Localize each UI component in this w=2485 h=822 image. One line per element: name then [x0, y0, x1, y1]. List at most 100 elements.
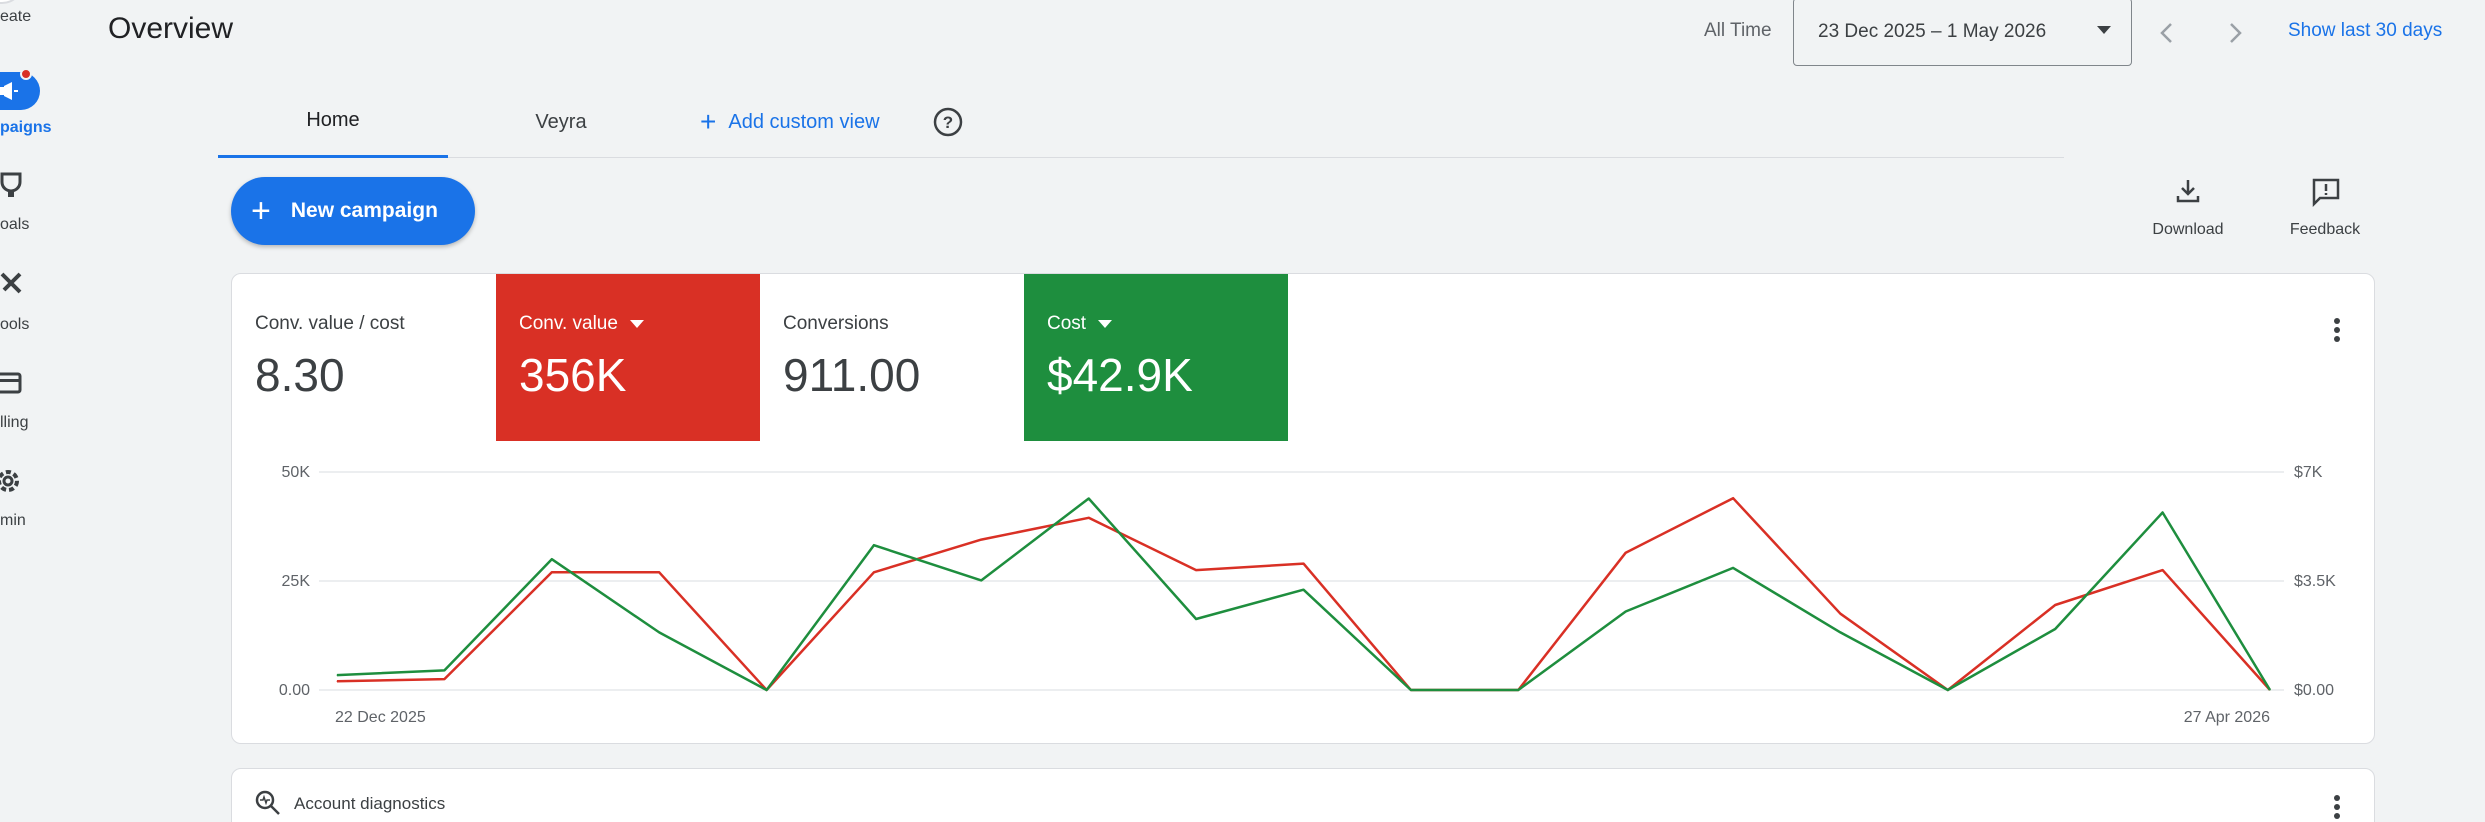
metric-label: Conv. value / cost: [255, 313, 405, 334]
date-range-text: 23 Dec 2025 – 1 May 2026: [1818, 21, 2047, 42]
rail-item-label: oals: [0, 216, 30, 233]
data-point: [1625, 611, 1627, 612]
show-last-30-days-link[interactable]: Show last 30 days: [2288, 20, 2442, 42]
page-title: Overview: [108, 12, 234, 45]
performance-chart: 50K 25K 0.00 $7K $3.5K $0.00 22 Dec 2025…: [279, 464, 2336, 726]
rail-item-billing[interactable]: lling: [0, 364, 60, 434]
tools-icon: [0, 272, 22, 294]
notification-dot: [20, 68, 32, 80]
download-label: Download: [2152, 221, 2224, 238]
view-tabs: Home Veyra + Add custom view ?: [218, 86, 2064, 158]
data-point: [873, 571, 875, 573]
rail-item-admin[interactable]: min: [0, 462, 60, 532]
data-point: [1625, 552, 1627, 554]
right-axis-tick: $0.00: [2294, 682, 2334, 699]
data-point: [1195, 569, 1197, 571]
data-point: [2054, 628, 2056, 630]
rail-item-create[interactable]: eate: [0, 0, 60, 30]
tab-home[interactable]: Home: [218, 86, 448, 158]
left-axis-tick: 0.00: [279, 682, 310, 699]
download-button[interactable]: Download: [2118, 176, 2258, 246]
chevron-down-icon[interactable]: [629, 320, 644, 328]
data-point: [658, 631, 660, 633]
left-axis-tick: 50K: [282, 464, 311, 481]
series-line-cost: [336, 497, 2272, 692]
plus-icon: +: [700, 106, 717, 137]
account-diagnostics-card[interactable]: Account diagnostics: [231, 768, 2375, 822]
tab-label: Add custom view: [728, 110, 880, 133]
feedback-button[interactable]: Feedback: [2255, 176, 2395, 246]
add-custom-view-button[interactable]: + Add custom view: [700, 86, 930, 158]
data-point: [766, 689, 768, 691]
rail-item-label: min: [0, 512, 26, 529]
rail-item-goals[interactable]: oals: [0, 168, 60, 238]
more-vert-icon[interactable]: [2317, 787, 2357, 822]
previous-period-icon[interactable]: [2152, 18, 2182, 48]
data-point: [2162, 512, 2164, 513]
data-point: [2054, 604, 2056, 606]
diagnostics-search-icon: [255, 790, 280, 815]
data-point: [980, 539, 982, 541]
rail-item-label: paigns: [0, 119, 52, 136]
data-point: [1732, 497, 1734, 499]
series-line-conv-value: [336, 496, 2271, 692]
data-point: [443, 669, 445, 671]
data-point: [551, 571, 553, 573]
new-campaign-button[interactable]: + New campaign: [231, 177, 475, 245]
rail-item-label: eate: [0, 8, 32, 25]
metric-label: Conversions: [783, 313, 889, 334]
help-icon[interactable]: ?: [932, 106, 964, 138]
rail-item-campaigns[interactable]: paigns: [0, 60, 60, 140]
more-vert-icon[interactable]: [2317, 310, 2357, 350]
account-diagnostics-label: Account diagnostics: [294, 794, 446, 813]
billing-icon: [0, 372, 22, 394]
data-point: [658, 571, 660, 573]
metric-conv-value-cost[interactable]: Conv. value / cost 8.30: [232, 274, 496, 441]
tab-veyra[interactable]: Veyra: [448, 86, 674, 158]
metric-value: 911.00: [783, 349, 921, 401]
data-point: [1195, 618, 1197, 620]
data-point: [2162, 569, 2164, 571]
campaigns-icon: [0, 72, 40, 110]
left-navigation-rail: eate paigns oals ools lling min: [0, 0, 60, 822]
data-point: [980, 579, 982, 581]
data-point: [551, 558, 553, 560]
rail-item-label: ools: [0, 316, 30, 333]
data-point: [1517, 689, 1519, 691]
data-point: [443, 678, 445, 680]
data-point: [1303, 563, 1304, 565]
metric-label: Cost: [1047, 313, 1087, 334]
data-point: [336, 680, 338, 682]
data-point: [2269, 689, 2271, 691]
date-range-picker[interactable]: 23 Dec 2025 – 1 May 2026: [1793, 0, 2132, 66]
metric-label: Conv. value: [519, 313, 618, 334]
gear-icon: [0, 470, 19, 492]
tab-label: Veyra: [535, 110, 587, 133]
range-label: All Time: [1704, 20, 1772, 41]
series-layer: [336, 496, 2272, 692]
data-point: [873, 544, 875, 546]
data-point: [1732, 567, 1734, 569]
rail-item-tools[interactable]: ools: [0, 266, 60, 336]
data-point: [1088, 517, 1090, 519]
trophy-icon: [0, 172, 22, 197]
right-axis-tick: $3.5K: [2294, 573, 2336, 590]
metric-value: $42.9K: [1047, 349, 1193, 401]
chevron-down-icon: [2097, 26, 2111, 34]
chevron-down-icon[interactable]: [1098, 320, 1113, 328]
feedback-icon: [2312, 178, 2340, 208]
metric-value: 8.30: [255, 349, 345, 401]
data-point: [336, 674, 338, 676]
data-point: [1410, 689, 1412, 691]
feedback-label: Feedback: [2289, 221, 2361, 238]
metric-value: 356K: [519, 349, 627, 401]
download-icon: [2176, 180, 2200, 203]
svg-text:?: ?: [943, 113, 953, 132]
metric-conv-value[interactable]: Conv. value 356K: [496, 274, 760, 441]
metric-conversions[interactable]: Conversions 911.00: [760, 274, 1024, 441]
next-period-icon[interactable]: [2220, 18, 2250, 48]
metric-cost[interactable]: Cost $42.9K: [1024, 274, 1288, 441]
tab-label: Home: [306, 109, 360, 131]
data-point: [1303, 589, 1304, 591]
new-campaign-label: New campaign: [290, 199, 438, 222]
